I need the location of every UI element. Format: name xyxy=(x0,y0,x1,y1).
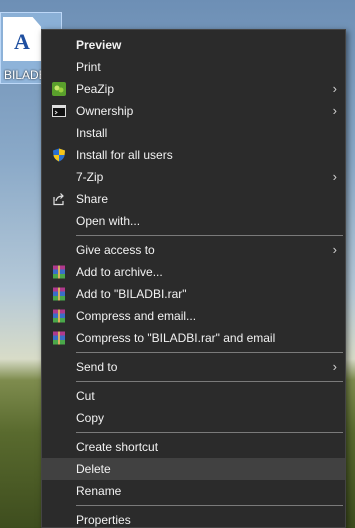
menu-item-label: Add to archive... xyxy=(76,265,163,279)
menu-item-label: Preview xyxy=(76,38,122,52)
menu-item-label: Send to xyxy=(76,360,118,374)
console-icon xyxy=(52,105,66,117)
menu-item-peazip[interactable]: PeaZip › xyxy=(42,78,345,100)
menu-item-preview[interactable]: Preview xyxy=(42,34,345,56)
menu-item-label: Rename xyxy=(76,484,122,498)
menu-item-label: Copy xyxy=(76,411,105,425)
font-file-icon: A xyxy=(3,17,41,61)
chevron-right-icon: › xyxy=(332,81,337,96)
uac-shield-icon xyxy=(53,148,65,162)
winrar-icon xyxy=(53,265,65,279)
menu-separator xyxy=(76,352,343,353)
menu-separator xyxy=(76,235,343,236)
menu-item-label: 7-Zip xyxy=(76,170,104,184)
menu-item-rename[interactable]: Rename xyxy=(42,480,345,502)
chevron-right-icon: › xyxy=(332,359,337,374)
menu-item-print[interactable]: Print xyxy=(42,56,345,78)
menu-item-ownership[interactable]: Ownership › xyxy=(42,100,345,122)
menu-separator xyxy=(76,505,343,506)
menu-item-add-to-archive[interactable]: Add to archive... xyxy=(42,261,345,283)
menu-item-copy[interactable]: Copy xyxy=(42,407,345,429)
menu-item-create-shortcut[interactable]: Create shortcut xyxy=(42,436,345,458)
menu-item-label: Install xyxy=(76,126,108,140)
font-file-glyph: A xyxy=(14,29,30,54)
menu-item-compress-email[interactable]: Compress and email... xyxy=(42,305,345,327)
menu-item-open-with[interactable]: Open with... xyxy=(42,210,345,232)
menu-item-label: Create shortcut xyxy=(76,440,159,454)
menu-item-label: PeaZip xyxy=(76,82,115,96)
menu-item-add-to-rar[interactable]: Add to "BILADBI.rar" xyxy=(42,283,345,305)
chevron-right-icon: › xyxy=(332,169,337,184)
menu-item-label: Print xyxy=(76,60,101,74)
menu-item-share[interactable]: Share xyxy=(42,188,345,210)
menu-item-delete[interactable]: Delete xyxy=(42,458,345,480)
menu-item-label: Compress to "BILADBI.rar" and email xyxy=(76,331,276,345)
menu-item-label: Install for all users xyxy=(76,148,173,162)
menu-item-send-to[interactable]: Send to › xyxy=(42,356,345,378)
menu-item-label: Delete xyxy=(76,462,111,476)
menu-item-compress-rar-email[interactable]: Compress to "BILADBI.rar" and email xyxy=(42,327,345,349)
menu-item-label: Add to "BILADBI.rar" xyxy=(76,287,187,301)
menu-item-label: Ownership xyxy=(76,104,134,118)
menu-item-label: Cut xyxy=(76,389,95,403)
menu-item-cut[interactable]: Cut xyxy=(42,385,345,407)
menu-item-install[interactable]: Install xyxy=(42,122,345,144)
menu-separator xyxy=(76,432,343,433)
menu-item-7zip[interactable]: 7-Zip › xyxy=(42,166,345,188)
menu-item-label: Compress and email... xyxy=(76,309,197,323)
menu-item-give-access[interactable]: Give access to › xyxy=(42,239,345,261)
menu-item-label: Open with... xyxy=(76,214,141,228)
winrar-icon xyxy=(53,287,65,301)
peazip-icon xyxy=(52,82,66,96)
winrar-icon xyxy=(53,331,65,345)
menu-item-label: Share xyxy=(76,192,109,206)
share-icon xyxy=(53,193,64,206)
menu-item-label: Give access to xyxy=(76,243,155,257)
menu-item-properties[interactable]: Properties xyxy=(42,509,345,528)
chevron-right-icon: › xyxy=(332,103,337,118)
context-menu: Preview Print PeaZip › Ownership › Insta… xyxy=(41,29,346,528)
menu-item-install-all-users[interactable]: Install for all users xyxy=(42,144,345,166)
chevron-right-icon: › xyxy=(332,242,337,257)
menu-item-label: Properties xyxy=(76,513,131,527)
winrar-icon xyxy=(53,309,65,323)
menu-separator xyxy=(76,381,343,382)
